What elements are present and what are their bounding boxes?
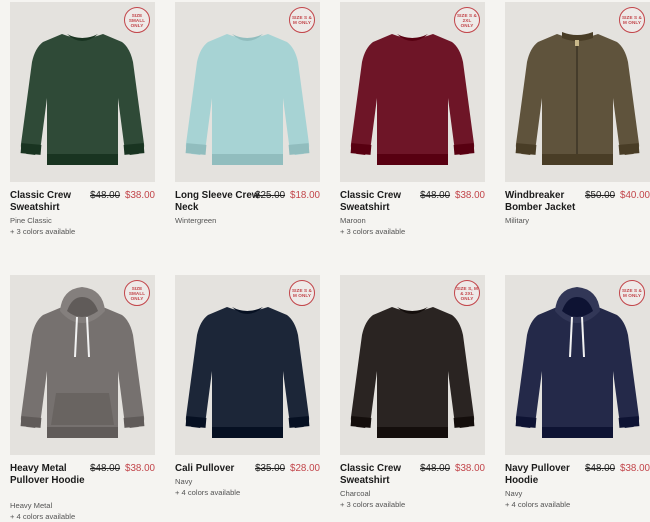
original-price: $48.00 <box>420 190 451 201</box>
sale-price: $38.00 <box>125 190 155 201</box>
product-name[interactable]: Classic Crew Sweatshirt <box>10 190 100 214</box>
sale-price: $38.00 <box>455 463 485 474</box>
garment-cuff <box>185 143 207 155</box>
garment-cuff <box>20 143 42 155</box>
product-card[interactable]: SIZE SMALL ONLY Heavy Metal Pullover Hoo… <box>10 275 155 521</box>
garment-cuff <box>453 143 475 155</box>
zipper-pull <box>575 40 579 46</box>
product-image[interactable]: SIZE S & M ONLY <box>505 275 650 455</box>
size-badge: SIZE S & 2XL ONLY <box>454 7 480 33</box>
original-price: $50.00 <box>585 190 616 201</box>
sale-price: $38.00 <box>455 190 485 201</box>
product-image[interactable]: SIZE S & M ONLY <box>505 2 650 182</box>
size-badge: SIZE S & M ONLY <box>619 280 645 306</box>
more-colors-link[interactable]: + 3 colors available <box>10 226 75 237</box>
garment-cuff <box>123 416 145 428</box>
product-image[interactable]: SIZE S & 2XL ONLY <box>340 2 485 182</box>
garment-waistband <box>377 154 448 165</box>
product-color-name: Maroon <box>340 216 366 225</box>
garment-waistband <box>212 427 283 438</box>
product-color-name: Heavy Metal <box>10 501 53 510</box>
product-image[interactable]: SIZE S, M & 2XL ONLY <box>340 275 485 455</box>
garment-cuff <box>350 143 372 155</box>
garment-cuff <box>123 143 145 155</box>
product-color-name: Charcoal <box>340 489 371 498</box>
kangaroo-pocket <box>51 393 114 425</box>
size-badge: SIZE S & M ONLY <box>289 280 315 306</box>
product-name[interactable]: Classic Crew Sweatshirt <box>340 190 430 214</box>
more-colors-link[interactable]: + 4 colors available <box>175 487 240 498</box>
product-price: $50.00 $40.00 <box>585 190 650 202</box>
garment-cuff <box>288 416 310 428</box>
product-color-name: Wintergreen <box>175 216 217 225</box>
sale-price: $38.00 <box>125 463 155 474</box>
product-name[interactable]: Heavy Metal Pullover Hoodie <box>10 463 100 487</box>
garment-cuff <box>515 416 537 428</box>
garment-waistband <box>47 154 118 165</box>
more-colors-link[interactable]: + 4 colors available <box>10 511 75 522</box>
sale-price: $28.00 <box>290 463 320 474</box>
product-price: $35.00 $28.00 <box>255 463 320 475</box>
product-image[interactable]: SIZE S & M ONLY <box>175 2 320 182</box>
product-image[interactable]: SIZE S & M ONLY <box>175 275 320 455</box>
product-card[interactable]: SIZE S, M & 2XL ONLY Classic Crew Sweats… <box>340 275 485 515</box>
garment-waistband <box>377 427 448 438</box>
garment-cuff <box>515 143 537 155</box>
sale-price: $38.00 <box>620 463 650 474</box>
original-price: $48.00 <box>90 190 121 201</box>
product-price: $48.00 $38.00 <box>90 190 155 202</box>
garment-waistband <box>212 154 283 165</box>
original-price: $48.00 <box>420 463 451 474</box>
product-image[interactable]: SIZE SMALL ONLY <box>10 275 155 455</box>
product-price: $48.00 $38.00 <box>420 463 485 475</box>
original-price: $25.00 <box>255 190 286 201</box>
sale-price: $18.00 <box>290 190 320 201</box>
product-name[interactable]: Cali Pullover <box>175 463 265 475</box>
product-card[interactable]: SIZE S & M ONLY Long Sleeve Crew Neck $2… <box>175 2 320 242</box>
original-price: $48.00 <box>90 463 121 474</box>
product-color-name: Military <box>505 216 530 225</box>
garment-cuff <box>288 143 310 155</box>
product-card[interactable]: SIZE S & M ONLY Navy Pullover Hoodie $48… <box>505 275 650 515</box>
product-price: $48.00 $38.00 <box>585 463 650 475</box>
garment-waistband <box>47 427 118 438</box>
product-card[interactable]: SIZE SMALL ONLY Classic Crew Sweatshirt … <box>10 2 155 242</box>
product-name[interactable]: Classic Crew Sweatshirt <box>340 463 430 487</box>
garment-waistband <box>542 154 613 165</box>
product-name[interactable]: Navy Pullover Hoodie <box>505 463 595 487</box>
garment-cuff <box>453 416 475 428</box>
sale-price: $40.00 <box>620 190 650 201</box>
garment-cuff <box>618 416 640 428</box>
more-colors-link[interactable]: + 3 colors available <box>340 499 405 510</box>
size-badge: SIZE S, M & 2XL ONLY <box>454 280 480 306</box>
garment-cuff <box>185 416 207 428</box>
product-name[interactable]: Windbreaker Bomber Jacket <box>505 190 595 214</box>
product-color-name: Pine Classic <box>10 216 52 225</box>
product-color-name: Navy <box>175 477 193 486</box>
product-color-name: Navy <box>505 489 523 498</box>
garment-waistband <box>542 427 613 438</box>
size-badge: SIZE SMALL ONLY <box>124 7 150 33</box>
product-price: $48.00 $38.00 <box>90 463 155 475</box>
garment-cuff <box>618 143 640 155</box>
product-price: $25.00 $18.00 <box>255 190 320 202</box>
original-price: $35.00 <box>255 463 286 474</box>
product-card[interactable]: SIZE S & M ONLY Windbreaker Bomber Jacke… <box>505 2 650 242</box>
size-badge: SIZE S & M ONLY <box>619 7 645 33</box>
more-colors-link[interactable]: + 4 colors available <box>505 499 570 510</box>
size-badge: SIZE SMALL ONLY <box>124 280 150 306</box>
product-name[interactable]: Long Sleeve Crew Neck <box>175 190 265 214</box>
product-image[interactable]: SIZE SMALL ONLY <box>10 2 155 182</box>
size-badge: SIZE S & M ONLY <box>289 7 315 33</box>
product-card[interactable]: SIZE S & 2XL ONLY Classic Crew Sweatshir… <box>340 2 485 242</box>
product-grid: SIZE SMALL ONLY Classic Crew Sweatshirt … <box>0 0 650 521</box>
more-colors-link[interactable]: + 3 colors available <box>340 226 405 237</box>
garment-cuff <box>20 416 42 428</box>
original-price: $48.00 <box>585 463 616 474</box>
garment-cuff <box>350 416 372 428</box>
product-card[interactable]: SIZE S & M ONLY Cali Pullover $35.00 $28.… <box>175 275 320 515</box>
product-price: $48.00 $38.00 <box>420 190 485 202</box>
